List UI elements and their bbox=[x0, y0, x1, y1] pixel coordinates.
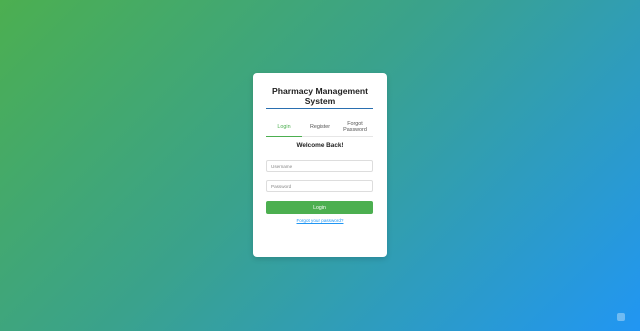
watermark-logo-icon bbox=[617, 313, 625, 321]
tab-forgot-password[interactable]: Forgot Password bbox=[337, 117, 373, 136]
tab-login-label: Login bbox=[277, 123, 291, 130]
tab-login[interactable]: Login bbox=[266, 117, 302, 137]
title-line-2: System bbox=[304, 96, 336, 106]
page-title: Pharmacy Management System bbox=[253, 86, 387, 106]
tab-register[interactable]: Register bbox=[302, 117, 338, 136]
tab-forgot-password-label: Forgot Password bbox=[343, 121, 367, 133]
title-divider bbox=[266, 108, 373, 109]
forgot-password-link[interactable]: Forgot your password? bbox=[253, 218, 387, 223]
login-button[interactable]: Login bbox=[266, 201, 373, 214]
tab-register-label: Register bbox=[309, 123, 331, 130]
username-input[interactable] bbox=[266, 160, 373, 172]
welcome-heading: Welcome Back! bbox=[296, 142, 344, 149]
watermark bbox=[617, 313, 628, 321]
title-line-1: Pharmacy Management bbox=[272, 86, 368, 96]
auth-tabs: Login Register Forgot Password bbox=[266, 117, 373, 137]
tab-forgot-line-2: Password bbox=[343, 126, 367, 133]
password-input[interactable] bbox=[266, 180, 373, 192]
